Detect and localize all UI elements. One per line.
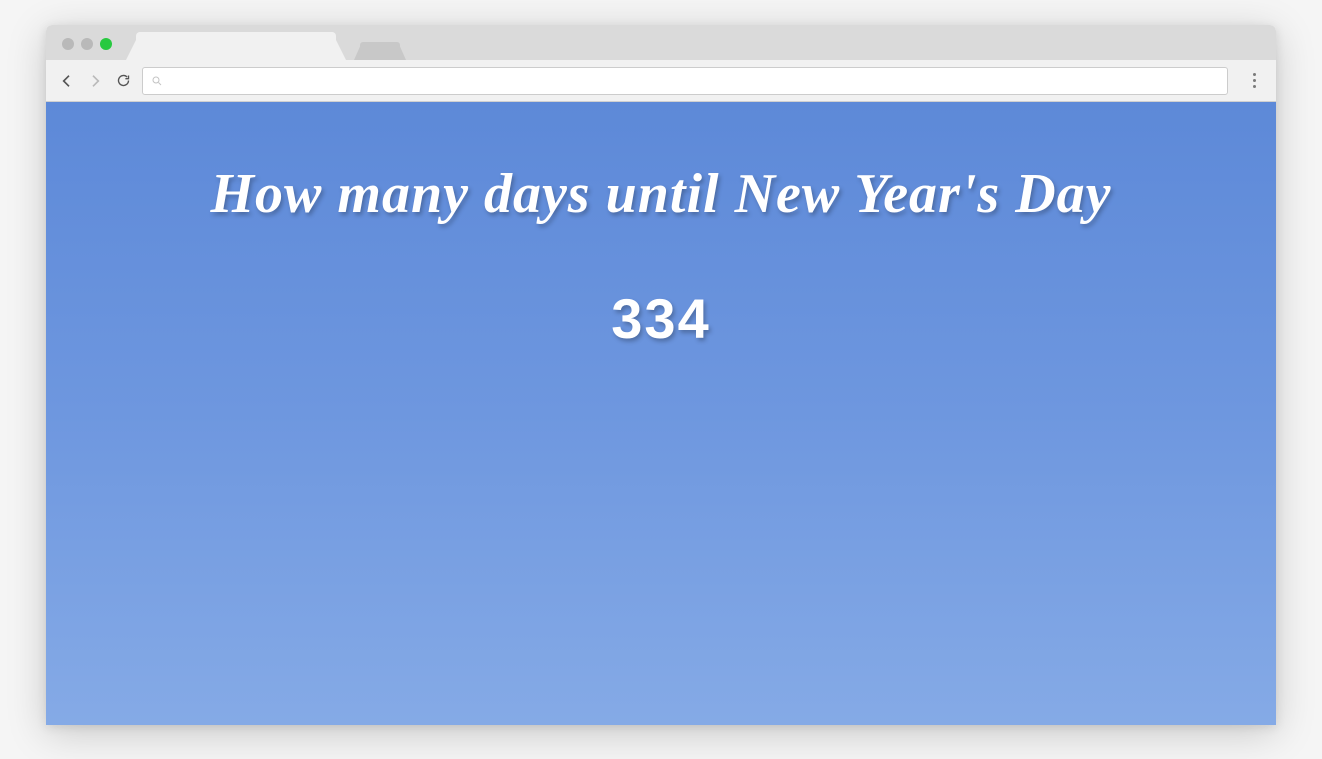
arrow-right-icon xyxy=(87,73,103,89)
toolbar xyxy=(46,60,1276,102)
tab-strip xyxy=(46,25,1276,60)
window-close-dot[interactable] xyxy=(62,38,74,50)
window-minimize-dot[interactable] xyxy=(81,38,93,50)
browser-chrome xyxy=(46,25,1276,102)
window-controls xyxy=(56,38,118,50)
page-content: How many days until New Year's Day 334 xyxy=(46,102,1276,725)
reload-button[interactable] xyxy=(114,72,132,90)
new-tab-button[interactable] xyxy=(360,42,400,60)
countdown-value: 334 xyxy=(611,286,710,351)
menu-button[interactable] xyxy=(1244,67,1264,95)
browser-window: How many days until New Year's Day 334 xyxy=(46,25,1276,725)
back-button[interactable] xyxy=(58,72,76,90)
countdown-heading: How many days until New Year's Day xyxy=(210,162,1111,226)
menu-dots-icon xyxy=(1253,73,1256,76)
reload-icon xyxy=(116,73,131,88)
arrow-left-icon xyxy=(59,73,75,89)
active-tab[interactable] xyxy=(136,32,336,60)
search-icon xyxy=(151,75,163,87)
forward-button[interactable] xyxy=(86,72,104,90)
address-input[interactable] xyxy=(169,73,1219,88)
window-maximize-dot[interactable] xyxy=(100,38,112,50)
address-bar[interactable] xyxy=(142,67,1228,95)
